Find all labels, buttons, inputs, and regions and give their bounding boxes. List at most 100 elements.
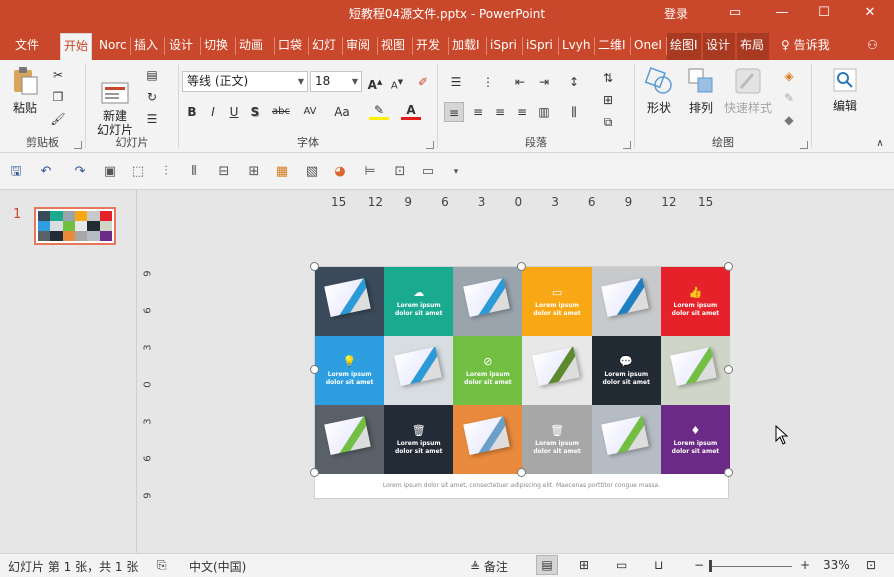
resize-handle-top-right[interactable]: [724, 262, 733, 271]
slide-canvas[interactable]: ☁ Lorem ipsum dolor sit amet ▭ Lorem ipsum …: [314, 266, 730, 499]
italic-button[interactable]: I: [203, 102, 223, 122]
shape-effects-icon[interactable]: ◆: [779, 110, 799, 130]
editing-button[interactable]: 编辑: [820, 66, 870, 114]
font-family-dropdown[interactable]: 等线 (正文) ▼: [182, 71, 308, 92]
slide-caption[interactable]: Lorem ipsum dolor sit amet, consectetuer…: [315, 482, 728, 489]
shape-fill-icon[interactable]: ◈: [779, 66, 799, 86]
align-text-icon[interactable]: ⊞: [598, 90, 618, 110]
tab-table-layout[interactable]: 布局: [737, 33, 769, 60]
paragraph-launcher[interactable]: [623, 141, 631, 149]
paste-button[interactable]: 粘贴: [8, 66, 42, 116]
close-button[interactable]: ✕: [858, 2, 882, 24]
font-launcher[interactable]: [426, 141, 434, 149]
tab-home[interactable]: 开始: [60, 33, 92, 60]
align-center-icon[interactable]: ≡: [468, 102, 488, 122]
smartart-icon[interactable]: ⧉: [598, 112, 618, 132]
spell-check-icon[interactable]: ⎘: [157, 558, 167, 573]
cut-icon[interactable]: ✂: [48, 65, 68, 85]
collapse-ribbon-icon[interactable]: ∧: [870, 134, 890, 154]
shadow-button[interactable]: S: [245, 102, 265, 122]
clipboard-launcher[interactable]: [74, 141, 82, 149]
tab-norc[interactable]: Norc: [96, 33, 128, 60]
distribute-icon[interactable]: ▥: [534, 102, 554, 122]
resize-handle-top-left[interactable]: [310, 262, 319, 271]
slideshow-view-icon[interactable]: ⊔: [654, 558, 663, 572]
change-case-button[interactable]: Aa: [329, 102, 355, 122]
copy-icon[interactable]: ❐: [48, 87, 68, 107]
share-icon[interactable]: ⚇: [864, 33, 886, 60]
customize-toolbar-icon[interactable]: ▾: [446, 162, 466, 182]
tab-ispring-1[interactable]: iSpri: [487, 33, 521, 60]
quick-styles-button[interactable]: 快速样式: [723, 66, 773, 116]
zoom-level[interactable]: 33%: [823, 558, 850, 572]
align-left-objects-icon[interactable]: ⊨: [360, 162, 380, 182]
shape-outline-icon[interactable]: ✎: [779, 88, 799, 108]
ribbon-display-options-button[interactable]: ▭: [723, 2, 747, 24]
minimize-button[interactable]: —: [770, 2, 794, 24]
resize-handle-left[interactable]: [310, 365, 319, 374]
tell-me-box[interactable]: ♀ 告诉我: [778, 33, 838, 60]
tab-design[interactable]: 设计: [166, 33, 198, 60]
group-objects-icon[interactable]: ▦: [272, 162, 292, 182]
columns-icon[interactable]: ⫼: [564, 102, 584, 122]
tab-drawing-tools[interactable]: 绘图I: [667, 33, 701, 60]
tab-animations[interactable]: 动画: [236, 33, 272, 60]
resize-handle-bottom[interactable]: [517, 468, 526, 477]
line-spacing-icon[interactable]: ↕: [564, 72, 584, 92]
zoom-out-button[interactable]: −: [694, 558, 704, 572]
zoom-slider-thumb[interactable]: [709, 560, 712, 572]
distribute-vertically-icon[interactable]: ⊞: [244, 162, 264, 182]
justify-icon[interactable]: ≡: [512, 102, 532, 122]
format-painter-icon[interactable]: 🖌: [48, 109, 68, 129]
slide-thumbnail[interactable]: [34, 207, 116, 245]
align-middle-icon[interactable]: ⫶: [156, 162, 176, 182]
underline-button[interactable]: U: [224, 102, 244, 122]
text-direction-icon[interactable]: ⇅: [598, 68, 618, 88]
save-icon[interactable]: 🖫: [6, 162, 26, 182]
bullets-icon[interactable]: ☰: [446, 72, 466, 92]
tab-transitions[interactable]: 切换: [201, 33, 233, 60]
drawing-launcher[interactable]: [800, 141, 808, 149]
tab-ispring-2[interactable]: iSpri: [523, 33, 557, 60]
tab-developer[interactable]: 开发: [413, 33, 447, 60]
resize-handle-bottom-left[interactable]: [310, 468, 319, 477]
font-color-icon[interactable]: A: [401, 102, 421, 120]
chart-icon[interactable]: ◕: [330, 162, 350, 182]
resize-handle-right[interactable]: [724, 365, 733, 374]
section-icon[interactable]: ☰: [142, 109, 162, 129]
normal-view-icon[interactable]: ▤: [536, 555, 558, 575]
highlight-icon[interactable]: ✎: [369, 102, 389, 120]
tab-table-design[interactable]: 设计: [703, 33, 735, 60]
resize-handle-top[interactable]: [517, 262, 526, 271]
align-left-icon[interactable]: ≡: [444, 102, 464, 122]
tab-onenote[interactable]: OneI: [631, 33, 665, 60]
tab-file[interactable]: 文件: [12, 33, 48, 60]
language-status[interactable]: 中文(中国): [189, 558, 246, 575]
text-box-icon[interactable]: ▭: [418, 162, 438, 182]
tab-pocket[interactable]: 口袋: [275, 33, 307, 60]
align-top-icon[interactable]: ⫴: [184, 162, 204, 182]
zoom-in-button[interactable]: +: [800, 558, 810, 572]
tab-lvyh[interactable]: Lvyh: [559, 33, 593, 60]
crop-icon[interactable]: ⊡: [390, 162, 410, 182]
decrease-indent-icon[interactable]: ⇤: [510, 72, 530, 92]
image-grid[interactable]: ☁ Lorem ipsum dolor sit amet ▭ Lorem ipsum …: [315, 267, 730, 474]
tab-slideshow[interactable]: 幻灯: [309, 33, 341, 60]
fit-to-window-icon[interactable]: ⊡: [866, 558, 876, 572]
arrange-button[interactable]: 排列: [681, 66, 721, 116]
font-size-dropdown[interactable]: 18 ▼: [310, 71, 362, 92]
clear-format-icon[interactable]: ✐: [413, 72, 433, 92]
select-icon[interactable]: ⬚: [128, 162, 148, 182]
tab-qrcode[interactable]: 二维I: [595, 33, 629, 60]
grow-font-button[interactable]: A▲: [365, 72, 385, 92]
reset-icon[interactable]: ↻: [142, 87, 162, 107]
ungroup-icon[interactable]: ▧: [302, 162, 322, 182]
resize-handle-bottom-right[interactable]: [724, 468, 733, 477]
increase-indent-icon[interactable]: ⇥: [534, 72, 554, 92]
maximize-button[interactable]: ☐: [812, 2, 836, 24]
layout-icon[interactable]: ▤: [142, 65, 162, 85]
slide-sorter-icon[interactable]: ⊞: [579, 558, 589, 572]
numbering-icon[interactable]: ⋮: [478, 72, 498, 92]
login-link[interactable]: 登录: [664, 5, 688, 22]
strikethrough-button[interactable]: abc: [269, 102, 293, 122]
